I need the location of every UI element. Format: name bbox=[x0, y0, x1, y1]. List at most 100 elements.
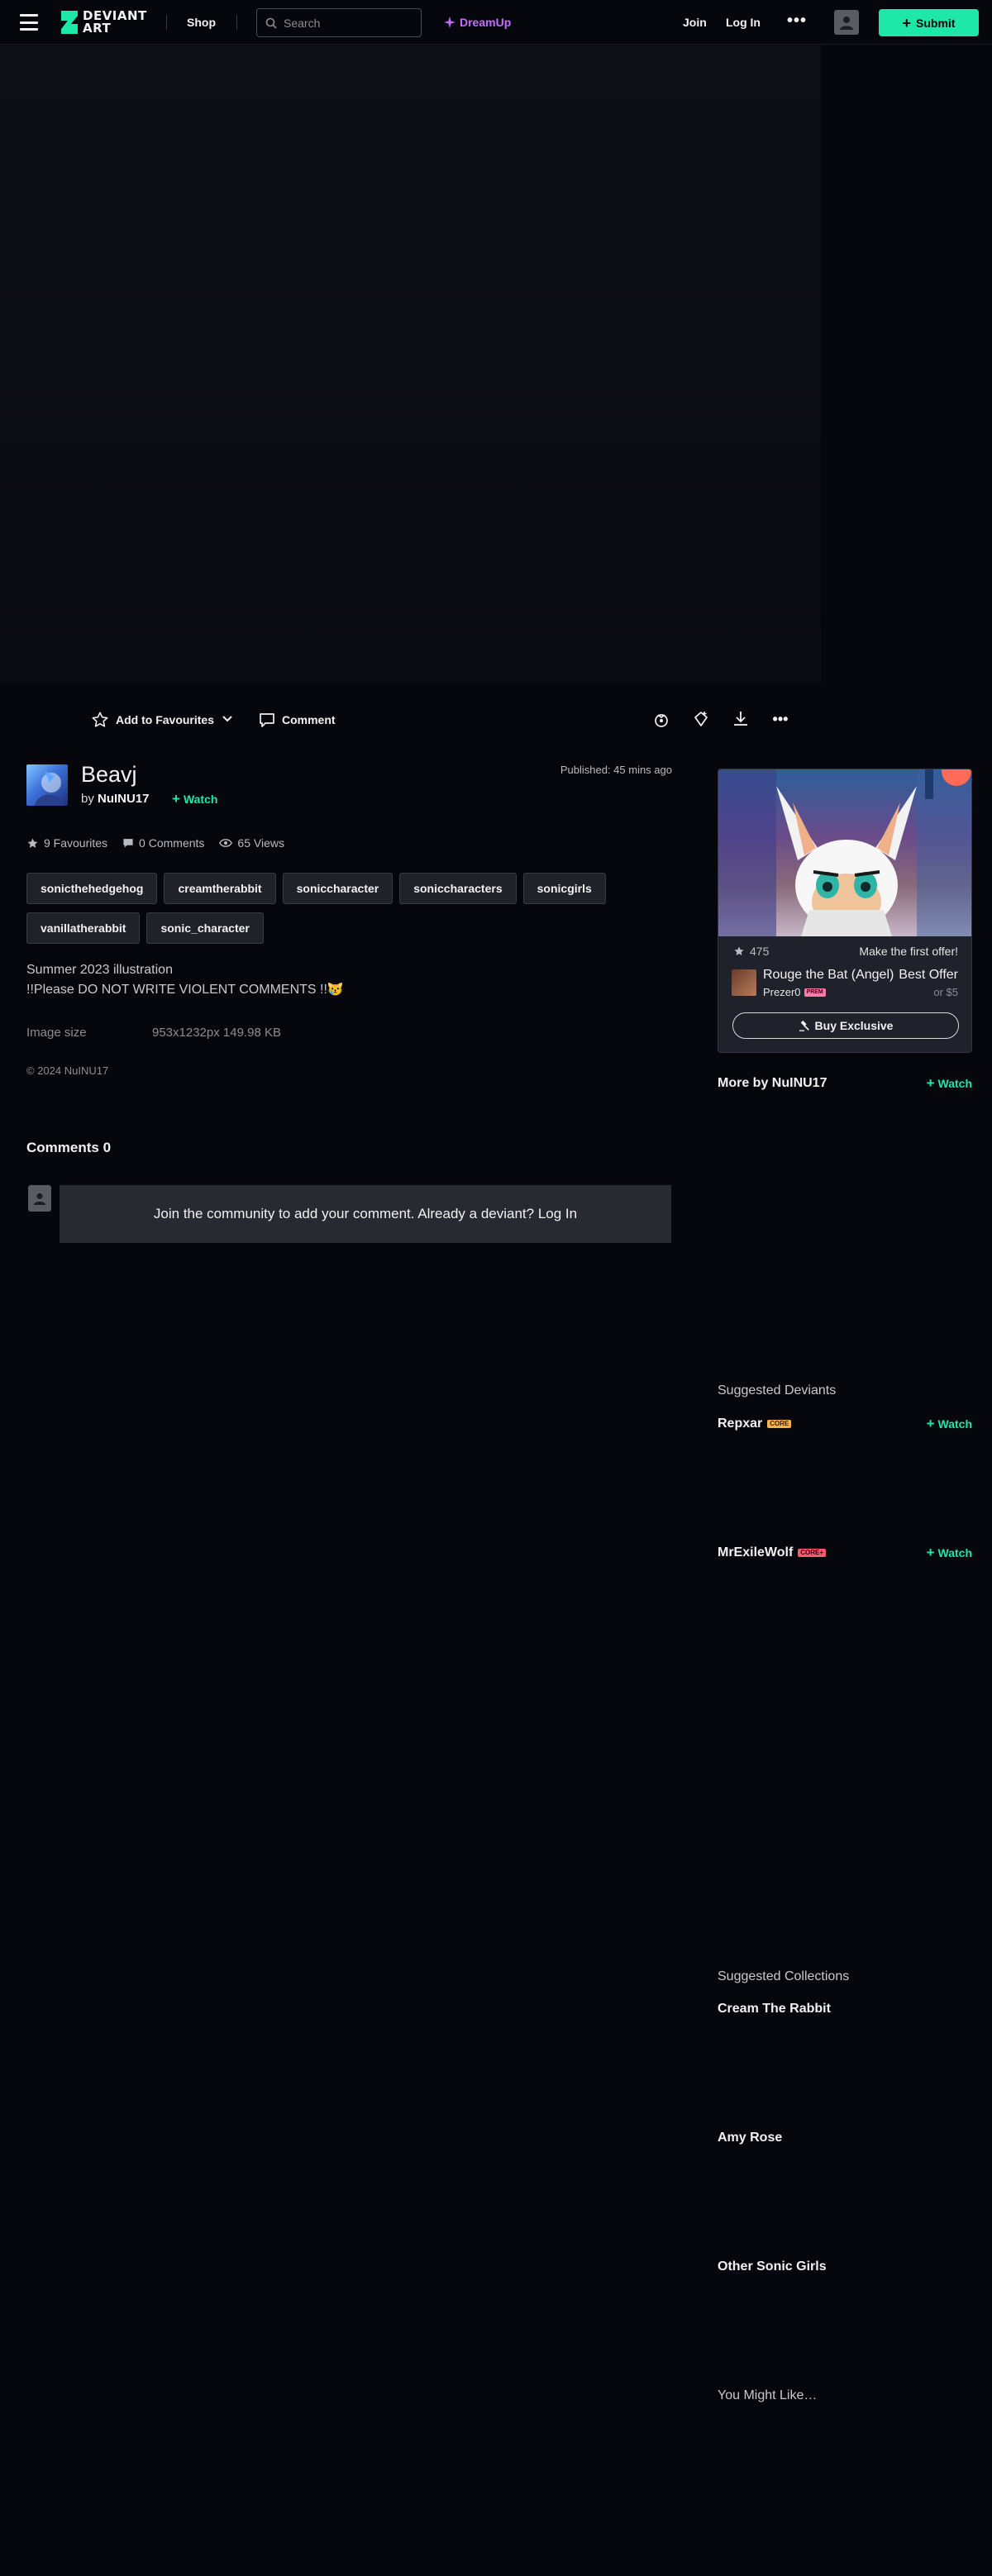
comment-button[interactable]: Comment bbox=[259, 706, 336, 734]
author-line: by NuINU17 bbox=[81, 792, 150, 806]
collection-link[interactable]: Cream The Rabbit bbox=[718, 2002, 831, 2017]
watch-deviant-button[interactable]: + Watch bbox=[926, 1545, 972, 1560]
dreamup-label: DreamUp bbox=[460, 16, 512, 29]
shop-price: Best Offer bbox=[899, 968, 958, 982]
shop-owner-name: Prezer0 bbox=[763, 986, 801, 998]
star-icon bbox=[734, 946, 744, 955]
views-stat: 65 Views bbox=[219, 836, 284, 850]
tag-chip[interactable]: soniccharacter bbox=[282, 873, 393, 904]
shop-link[interactable]: Shop bbox=[187, 16, 216, 29]
user-avatar-button[interactable] bbox=[834, 10, 859, 35]
author-avatar[interactable] bbox=[26, 764, 68, 806]
shop-owner[interactable]: Prezer0 PREM bbox=[763, 986, 826, 998]
tag-chip[interactable]: creamtherabbit bbox=[164, 873, 276, 904]
deviant-name: MrExileWolf bbox=[718, 1545, 794, 1559]
comment-label: Comment bbox=[282, 713, 336, 726]
buy-exclusive-button[interactable]: Buy Exclusive bbox=[732, 1012, 959, 1039]
star-icon bbox=[92, 712, 108, 727]
comments-stat: 0 Comments bbox=[122, 836, 204, 850]
tag-chip[interactable]: sonicgirls bbox=[522, 873, 606, 904]
watch-deviant-button[interactable]: + Watch bbox=[927, 1417, 972, 1431]
divider bbox=[236, 15, 237, 30]
description: Summer 2023 illustration !!Please DO NOT… bbox=[26, 960, 344, 1000]
shop-item-title[interactable]: Rouge the Bat (Angel) bbox=[763, 968, 895, 983]
commenter-avatar bbox=[28, 1185, 51, 1212]
suggested-deviants-heading: Suggested Deviants bbox=[718, 1383, 837, 1398]
views-count: 65 Views bbox=[237, 836, 284, 850]
join-community-prompt[interactable]: Join the community to add your comment. … bbox=[60, 1185, 671, 1243]
watch-label: Watch bbox=[937, 1077, 972, 1090]
search-box[interactable] bbox=[256, 8, 422, 37]
plus-icon: + bbox=[902, 14, 912, 31]
more-by-heading[interactable]: More by NuINU17 bbox=[718, 1076, 827, 1091]
gavel-icon bbox=[799, 1020, 809, 1031]
divider bbox=[166, 15, 167, 30]
deviantart-logo[interactable]: DEVIANT ART bbox=[60, 9, 147, 36]
watch-label: Watch bbox=[937, 1417, 972, 1431]
shop-owner-avatar[interactable] bbox=[732, 969, 756, 996]
user-icon bbox=[33, 1193, 46, 1205]
copyright: © 2024 NuINU17 bbox=[26, 1064, 109, 1077]
add-to-favourites-label: Add to Favourites bbox=[116, 713, 215, 726]
collection-link[interactable]: Amy Rose bbox=[718, 2131, 782, 2145]
description-line: Summer 2023 illustration bbox=[26, 963, 173, 977]
more-options-icon[interactable]: ••• bbox=[787, 12, 807, 31]
tag-chip[interactable]: soniccharacters bbox=[399, 873, 517, 904]
search-icon bbox=[265, 17, 277, 29]
collection-link[interactable]: Other Sonic Girls bbox=[718, 2259, 827, 2274]
shop-favourites-count: 475 bbox=[750, 945, 770, 958]
shop-alt-price: or $5 bbox=[933, 986, 958, 998]
tag-chip[interactable]: sonicthehedgehog bbox=[26, 873, 158, 904]
logo-line2: ART bbox=[83, 21, 112, 36]
watch-label: Watch bbox=[937, 1546, 972, 1559]
submit-button[interactable]: + Submit bbox=[879, 9, 979, 36]
image-size-value: 953x1232px 149.98 KB bbox=[152, 1026, 281, 1040]
more-actions-icon[interactable]: ••• bbox=[770, 709, 790, 729]
plus-icon: + bbox=[926, 1545, 935, 1560]
core-badge: CORE bbox=[767, 1420, 792, 1428]
deviation-title: Beavj bbox=[81, 762, 137, 787]
suggested-collections-heading: Suggested Collections bbox=[718, 1969, 850, 1983]
shop-card[interactable]: 475 Make the first offer! Rouge the Bat … bbox=[718, 769, 972, 1053]
comments-count: 0 Comments bbox=[139, 836, 205, 850]
top-nav-bar: DEVIANT ART Shop DreamUp Join Log In •••… bbox=[0, 0, 992, 45]
submit-label: Submit bbox=[916, 16, 956, 30]
published-time: Published: 45 mins ago bbox=[560, 764, 672, 776]
star-icon bbox=[27, 838, 38, 848]
plus-icon: + bbox=[926, 1416, 935, 1431]
menu-icon[interactable] bbox=[20, 14, 38, 31]
rouge-the-bat-illustration bbox=[718, 769, 971, 936]
login-link[interactable]: Log In bbox=[726, 16, 761, 29]
premium-badge: PREM bbox=[804, 988, 826, 997]
tag-list: sonicthehedgehog creamtherabbit soniccha… bbox=[26, 873, 671, 944]
shop-preview-image[interactable] bbox=[718, 769, 971, 936]
download-icon[interactable] bbox=[731, 709, 751, 729]
deviant-name: Repxar bbox=[718, 1417, 763, 1431]
gift-icon[interactable] bbox=[651, 709, 671, 729]
tag-chip[interactable]: sonic_character bbox=[146, 912, 264, 944]
artwork-side-panel bbox=[821, 45, 992, 683]
plus-icon: + bbox=[172, 791, 180, 807]
watch-label: Watch bbox=[183, 793, 218, 806]
eye-icon bbox=[219, 839, 233, 847]
watch-author-sidebar-button[interactable]: + Watch bbox=[927, 1076, 972, 1090]
add-to-favourites-button[interactable]: Add to Favourites bbox=[91, 706, 214, 734]
tag-chip[interactable]: vanillatherabbit bbox=[26, 912, 141, 944]
search-input[interactable] bbox=[284, 16, 416, 30]
you-might-like-heading: You Might Like… bbox=[718, 2388, 818, 2402]
suggested-deviant[interactable]: MrExileWolf CORE+ bbox=[718, 1545, 827, 1560]
buy-exclusive-label: Buy Exclusive bbox=[814, 1019, 894, 1032]
suggested-deviant[interactable]: Repxar CORE bbox=[718, 1417, 792, 1431]
watch-author-button[interactable]: + Watch bbox=[172, 791, 218, 807]
artwork-viewer[interactable] bbox=[0, 45, 821, 683]
offer-prompt: Make the first offer! bbox=[859, 945, 958, 958]
shop-favourites: 475 bbox=[733, 945, 769, 958]
author-link[interactable]: NuINU17 bbox=[98, 792, 150, 806]
chevron-down-icon[interactable] bbox=[221, 712, 234, 725]
deviation-stats: 9 Favourites 0 Comments 65 Views bbox=[26, 836, 284, 850]
description-line: !!Please DO NOT WRITE VIOLENT COMMENTS !… bbox=[26, 983, 344, 997]
deviantart-mark-icon bbox=[61, 11, 78, 34]
dreamup-link[interactable]: DreamUp bbox=[443, 16, 511, 29]
join-link[interactable]: Join bbox=[683, 16, 707, 29]
badge-icon[interactable] bbox=[691, 709, 711, 729]
